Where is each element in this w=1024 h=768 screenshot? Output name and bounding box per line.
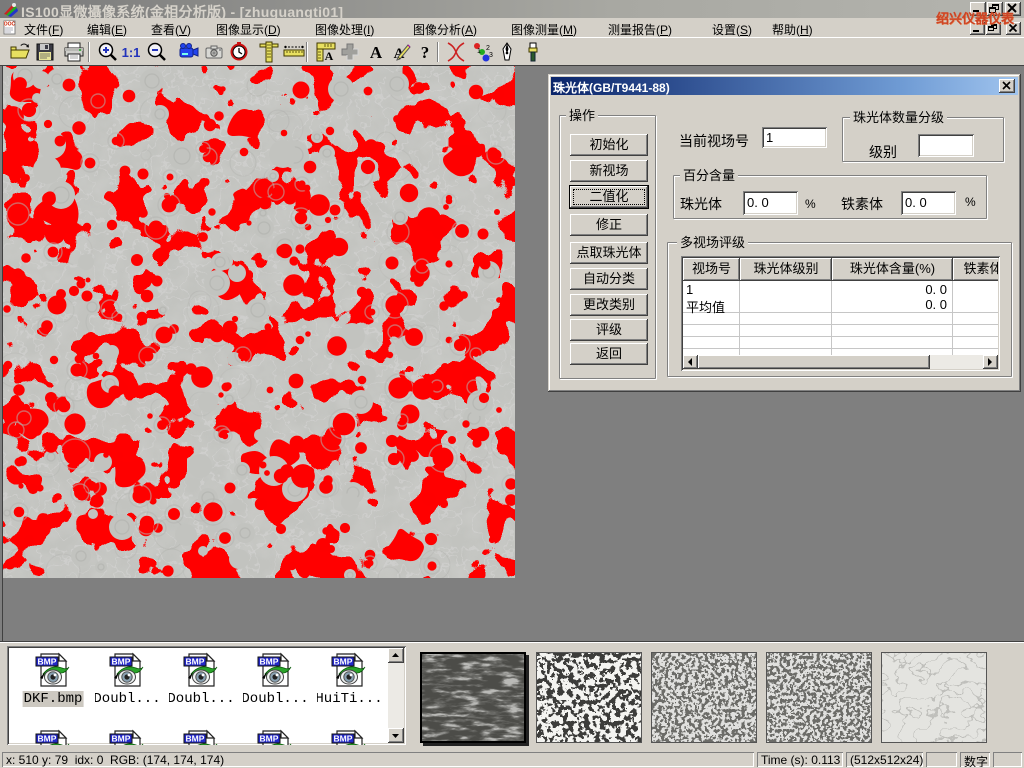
svg-text:BMP: BMP [186,734,205,744]
svg-text:BMP: BMP [334,734,353,744]
svg-text:BMP: BMP [38,734,57,744]
svg-text:BMP: BMP [334,657,353,667]
svg-text:BMP: BMP [112,734,131,744]
svg-text:BMP: BMP [112,657,131,667]
svg-text:2: 2 [486,45,490,52]
svg-text:3: 3 [489,52,493,59]
svg-text:BMP: BMP [260,734,279,744]
svg-text:DOC: DOC [4,22,16,28]
svg-text:BMP: BMP [186,657,205,667]
svg-text:BMP: BMP [38,657,57,667]
svg-text:?: ? [421,43,430,62]
svg-text:A: A [325,49,334,63]
svg-text:BMP: BMP [260,657,279,667]
svg-text:1: 1 [477,48,481,55]
svg-text:1:1: 1:1 [122,45,141,60]
svg-text:A: A [370,43,383,62]
